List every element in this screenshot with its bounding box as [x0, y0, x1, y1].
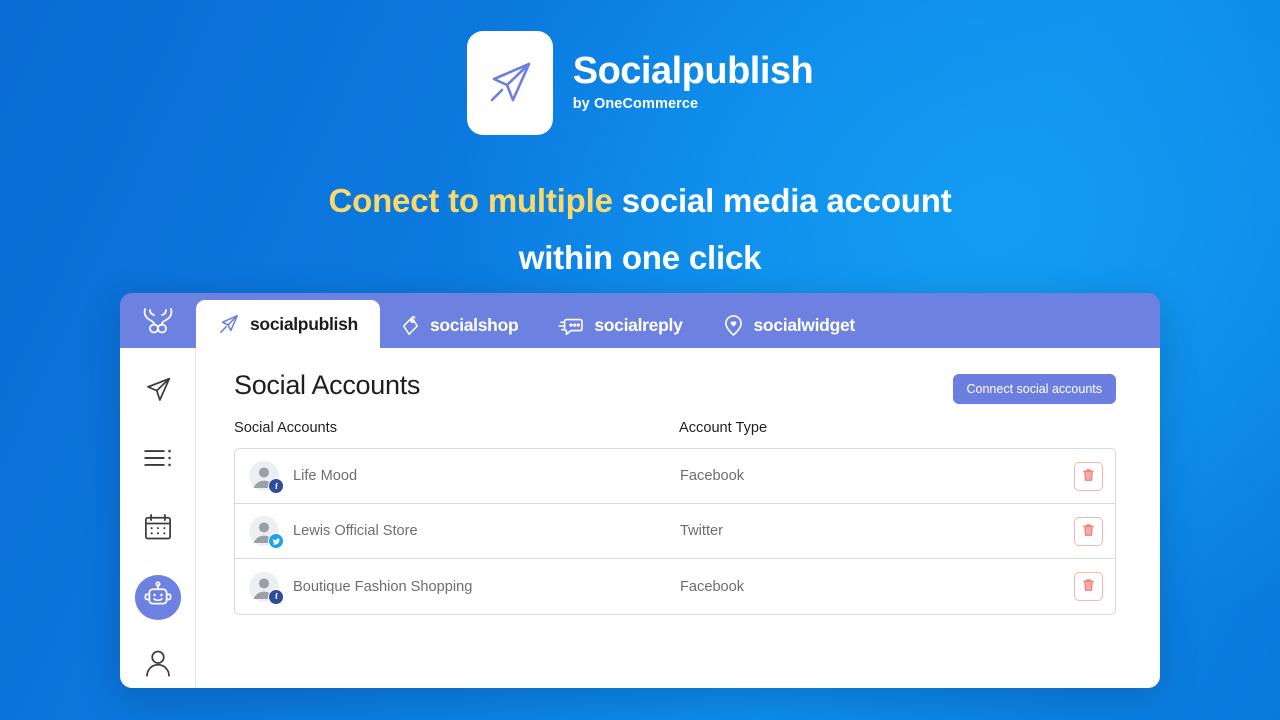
sidebar-item-calendar[interactable]: [135, 507, 181, 551]
left-sidebar: [120, 348, 196, 688]
calendar-icon: [143, 512, 173, 547]
avatar: f: [249, 571, 284, 605]
brand-block: Socialpublish by OneCommerce: [573, 50, 814, 116]
account-type: Facebook: [680, 468, 745, 484]
tab-socialwidget[interactable]: socialwidget: [703, 303, 875, 348]
table-row[interactable]: f Boutique Fashion Shopping Facebook: [235, 559, 1115, 614]
facebook-badge-icon: f: [268, 478, 284, 494]
tab-socialpublish[interactable]: socialpublish: [196, 300, 380, 348]
delete-account-button[interactable]: [1074, 516, 1103, 546]
brand-subtitle: by OneCommerce: [572, 95, 699, 112]
account-type: Facebook: [680, 578, 745, 595]
account-type: Twitter: [680, 523, 723, 539]
robot-icon: [143, 580, 173, 615]
sidebar-item-queue[interactable]: [135, 438, 181, 482]
list-icon: [143, 445, 173, 476]
account-cell: f Life Mood: [249, 461, 680, 494]
app-window: socialpublish socialshop socialreply soc…: [120, 293, 1160, 688]
tab-label: socialreply: [594, 315, 683, 335]
facebook-badge-icon: f: [268, 588, 284, 605]
headline-rest: social media account: [612, 182, 952, 219]
paper-plane-icon: [218, 313, 240, 335]
tab-label: socialshop: [429, 315, 519, 335]
row-actions: [1057, 516, 1103, 546]
avatar: [249, 516, 284, 549]
headline-highlight: Conect to multiple: [328, 182, 613, 219]
paper-plane-icon: [483, 56, 537, 110]
sidebar-item-publish[interactable]: [135, 370, 181, 414]
chat-bubble-icon: [558, 315, 584, 337]
paper-plane-icon: [143, 375, 173, 410]
delete-account-button[interactable]: [1074, 572, 1103, 601]
content-header: Social Accounts Connect social accounts: [234, 370, 1116, 404]
antler-logo-icon[interactable]: [120, 293, 196, 348]
trash-icon: [1082, 523, 1095, 540]
promo-headline: Conect to multiple social media account …: [0, 173, 1280, 287]
row-actions: [1057, 461, 1103, 491]
brand-name: Socialpublish: [572, 50, 814, 93]
delete-account-button[interactable]: [1074, 461, 1103, 491]
column-header-name: Social Accounts: [234, 420, 338, 436]
account-name: Life Mood: [293, 468, 358, 484]
twitter-badge-icon: [268, 533, 284, 549]
tab-label: socialwidget: [753, 315, 856, 335]
price-tag-icon: [400, 315, 420, 337]
sidebar-item-automation[interactable]: [134, 575, 181, 620]
location-pin-heart-icon: [723, 314, 744, 337]
app-body: Social Accounts Connect social accounts …: [120, 348, 1160, 688]
promo-header: Socialpublish by OneCommerce: [0, 31, 1280, 135]
page-title: Social Accounts: [234, 370, 421, 400]
svg-text:f: f: [275, 592, 278, 601]
app-logo-tile: [466, 31, 553, 135]
account-name: Lewis Official Store: [293, 523, 418, 539]
user-icon: [143, 648, 173, 683]
sidebar-item-account[interactable]: [135, 644, 181, 688]
table-row[interactable]: f Life Mood Facebook: [235, 449, 1115, 504]
table-row[interactable]: Lewis Official Store Twitter: [235, 504, 1115, 559]
account-name: Boutique Fashion Shopping: [293, 578, 473, 595]
column-header-type: Account Type: [679, 420, 768, 436]
suite-tabbar: socialpublish socialshop socialreply soc…: [120, 293, 1160, 348]
account-cell: Lewis Official Store: [249, 516, 680, 549]
main-content: Social Accounts Connect social accounts …: [196, 348, 1160, 688]
trash-icon: [1082, 468, 1095, 485]
account-cell: f Boutique Fashion Shopping: [249, 571, 680, 605]
svg-text:f: f: [275, 482, 278, 491]
tab-label: socialpublish: [250, 313, 358, 334]
avatar: f: [249, 461, 284, 494]
connect-social-accounts-button[interactable]: Connect social accounts: [952, 374, 1116, 404]
headline-line2: within one click: [518, 238, 762, 276]
tab-socialshop[interactable]: socialshop: [380, 303, 538, 348]
table-column-headers: Social Accounts Account Type: [234, 420, 1116, 436]
tab-socialreply[interactable]: socialreply: [538, 303, 702, 348]
social-accounts-table: f Life Mood Facebook Lewis Official Stor…: [234, 448, 1116, 615]
row-actions: [1057, 572, 1103, 601]
trash-icon: [1082, 578, 1095, 595]
